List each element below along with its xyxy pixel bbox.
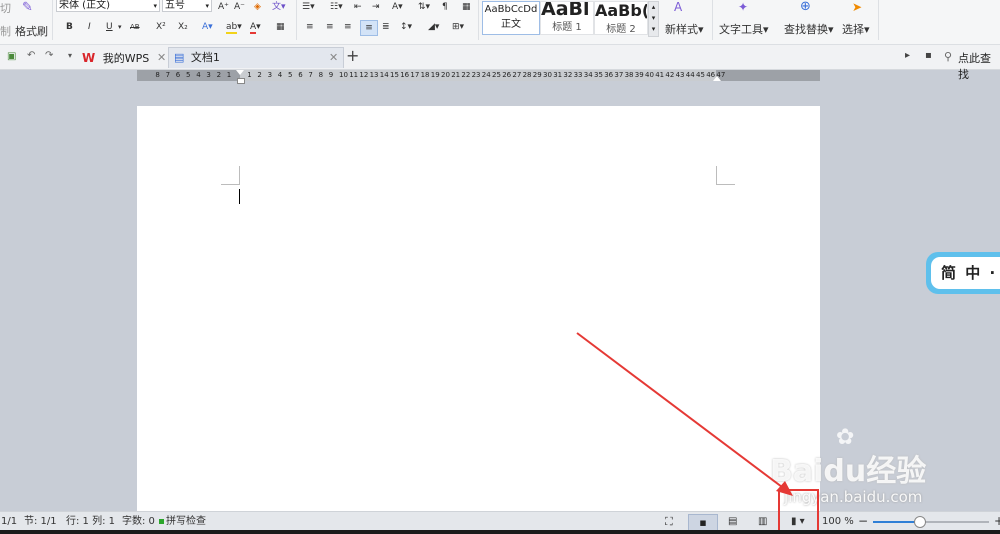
zoom-in-icon[interactable]: + <box>994 512 1000 531</box>
spell-check-toggle[interactable]: 拼写检查 <box>159 512 206 531</box>
check-icon <box>159 519 164 524</box>
annotation-highlight-box <box>778 489 819 533</box>
zoom-slider-fill <box>873 521 920 523</box>
zoom-slider[interactable] <box>873 516 989 528</box>
status-bar: 1/1 节: 1/1 行: 1 列: 1 字数: 0 拼写检查 ⛶ ▪ ▤ ▥ … <box>0 511 1000 531</box>
word-count[interactable]: 字数: 0 <box>122 512 155 531</box>
outline-view-icon[interactable]: ▤ <box>728 512 737 531</box>
zoom-slider-thumb[interactable] <box>914 516 927 528</box>
annotation-arrow <box>576 332 793 496</box>
section-indicator: 节: 1/1 <box>24 516 57 527</box>
page-indicator[interactable]: 1/1 <box>1 512 17 531</box>
focus-mode-icon[interactable]: ⛶ <box>665 512 673 531</box>
taskbar-edge <box>0 530 1000 534</box>
cursor-position: 行: 1 列: 1 <box>66 516 115 527</box>
web-view-icon[interactable]: ▥ <box>758 512 767 531</box>
page-view-icon[interactable]: ▪ <box>688 514 718 531</box>
zoom-level[interactable]: 100 % <box>822 512 854 531</box>
zoom-out-icon[interactable]: − <box>858 512 868 531</box>
